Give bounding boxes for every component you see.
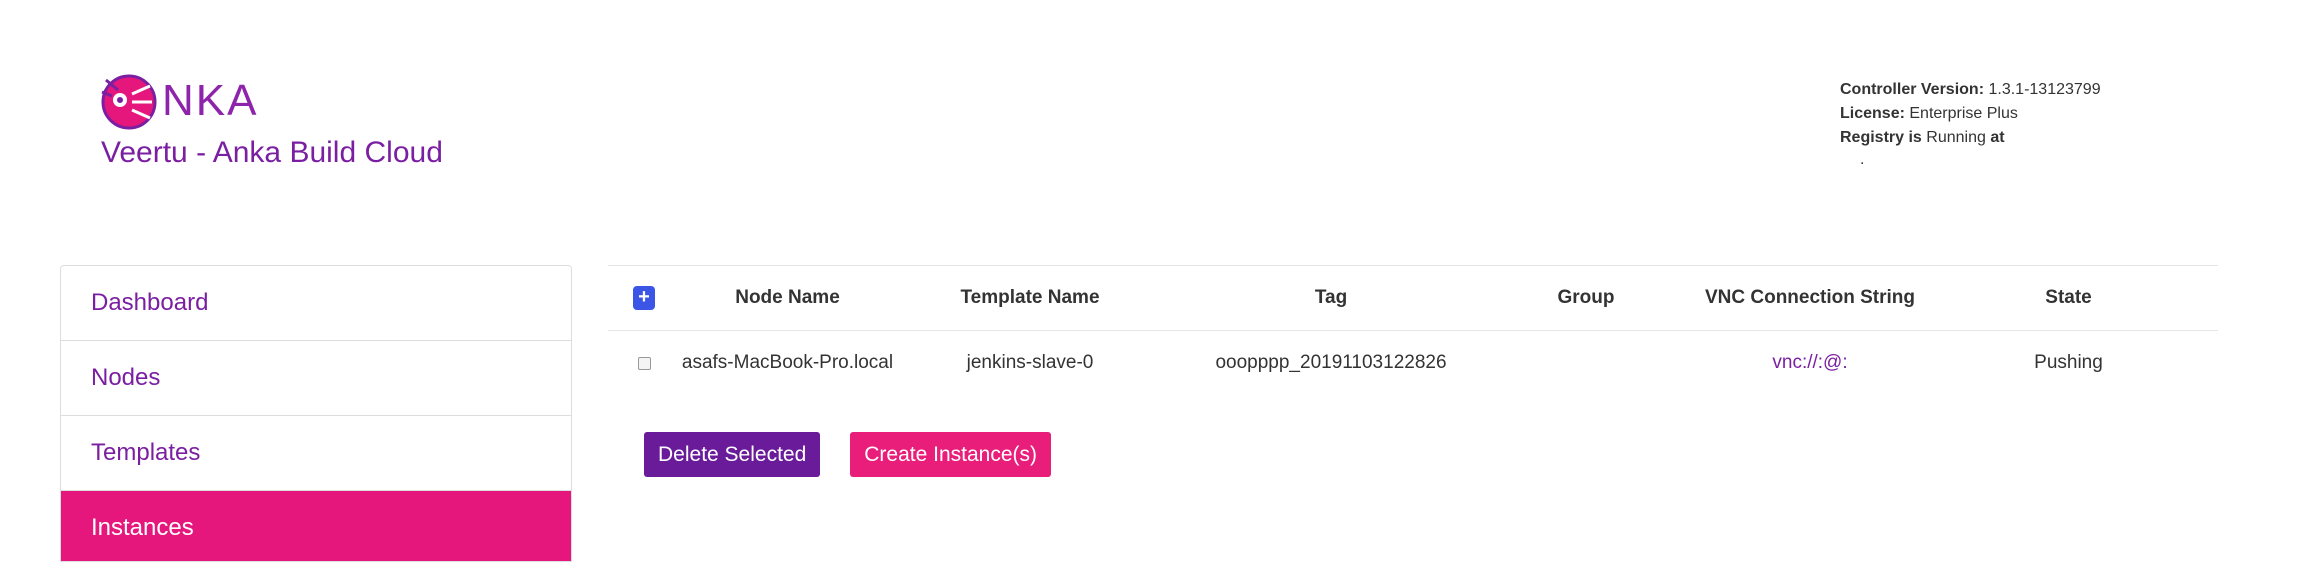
controller-version-value: 1.3.1-13123799 [1988, 81, 2101, 98]
license: License: Enterprise Plus [1840, 102, 2101, 126]
table-row: asafs-MacBook-Pro.local jenkins-slave-0 … [608, 330, 2218, 395]
cell-tag: ooopppp_20191103122826 [1215, 352, 1447, 373]
anka-logo[interactable]: NKA [98, 72, 258, 130]
sidebar-item-dashboard[interactable]: Dashboard [61, 266, 571, 341]
row-checkbox[interactable] [637, 356, 651, 370]
anka-octopus-icon [101, 74, 157, 130]
sidebar-item-templates[interactable]: Templates [61, 416, 571, 491]
registry-status: Registry is Running at [1840, 126, 2101, 150]
vnc-link[interactable]: vnc://:@: [1675, 352, 1945, 374]
cell-node-name: asafs-MacBook-Pro.local [681, 352, 894, 373]
registry-at-label: at [1990, 129, 2005, 146]
license-value: Enterprise Plus [1909, 105, 2018, 122]
app-title: Veertu - Anka Build Cloud [101, 136, 443, 169]
registry-status-value: Running [1926, 129, 1986, 146]
create-instance-button[interactable]: Create Instance(s) [850, 432, 1052, 477]
instances-table: + Node Name Template Name Tag Group VNC … [608, 265, 2218, 395]
cell-template-name: jenkins-slave-0 [966, 352, 1094, 373]
header-group[interactable]: Group [1497, 287, 1675, 309]
cell-state: Pushing [2034, 352, 2103, 373]
controller-version-label: Controller Version: [1840, 81, 1985, 98]
delete-selected-button[interactable]: Delete Selected [644, 432, 821, 477]
status-info: Controller Version: 1.3.1-13123799 Licen… [1840, 78, 2101, 170]
controller-version: Controller Version: 1.3.1-13123799 [1840, 78, 2101, 102]
header-template-name[interactable]: Template Name [895, 287, 1165, 309]
header-node-name[interactable]: Node Name [680, 287, 895, 309]
table-actions: Delete Selected Create Instance(s) [644, 432, 1052, 477]
row-select-cell [608, 356, 680, 370]
registry-label: Registry is [1840, 129, 1922, 146]
logo-text: NKA [162, 76, 259, 125]
registry-address: . [1860, 151, 1865, 168]
table-header: + Node Name Template Name Tag Group VNC … [608, 265, 2218, 330]
sidebar-item-instances[interactable]: Instances [61, 491, 571, 561]
header-tag[interactable]: Tag [1165, 287, 1497, 309]
header-state[interactable]: State [1945, 287, 2192, 309]
sidebar-nav: Dashboard Nodes Templates Instances [60, 265, 572, 562]
plus-icon[interactable]: + [633, 286, 655, 310]
sidebar-item-nodes[interactable]: Nodes [61, 341, 571, 416]
license-label: License: [1840, 105, 1905, 122]
header-vnc[interactable]: VNC Connection String [1675, 287, 1945, 309]
header-select-cell: + [608, 286, 680, 310]
